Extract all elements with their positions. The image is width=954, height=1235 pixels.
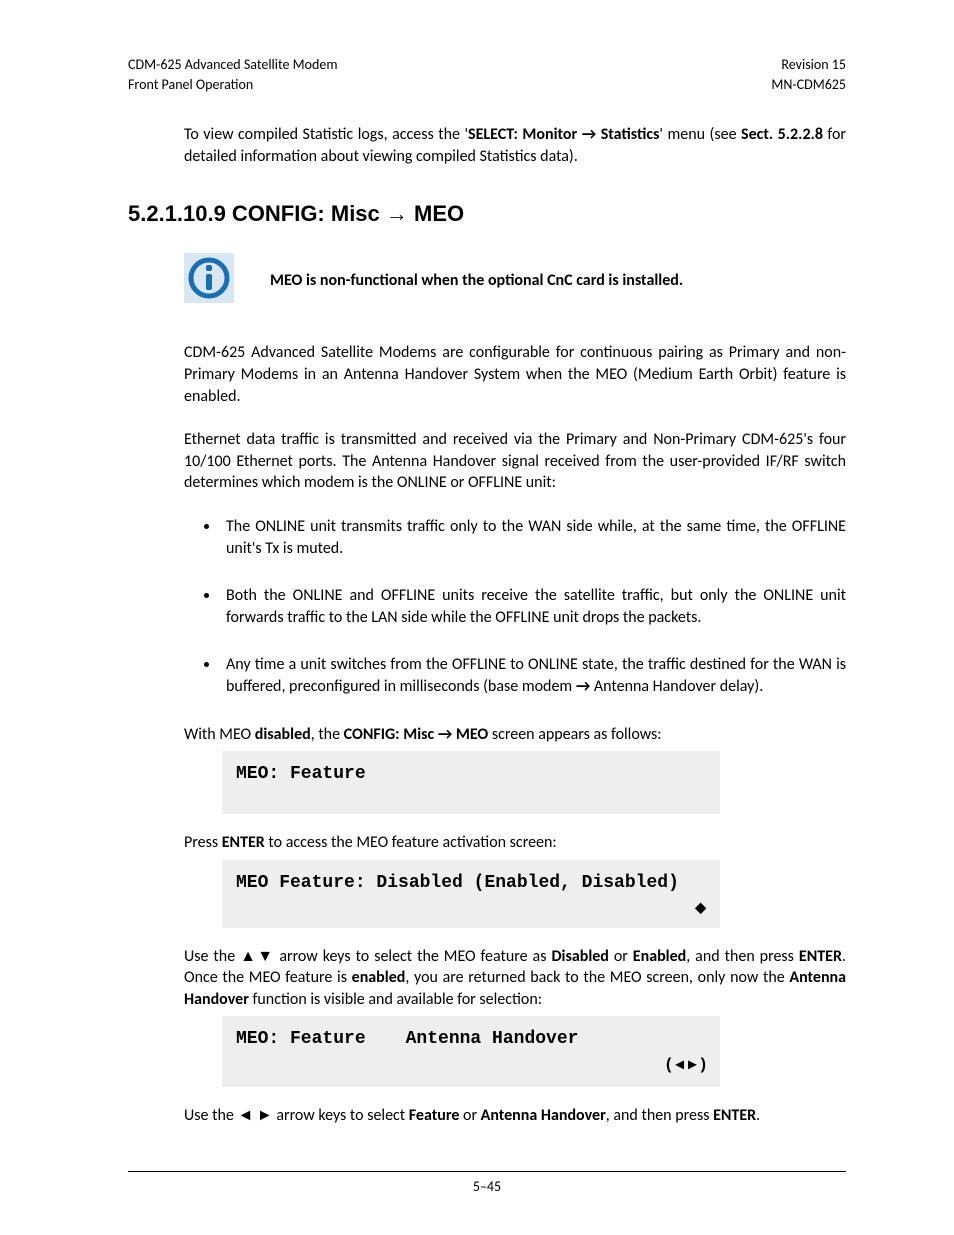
warning-callout: MEO is non-functional when the optional … — [184, 253, 846, 308]
page-header: CDM-625 Advanced Satellite Modem Front P… — [128, 55, 846, 94]
header-left: CDM-625 Advanced Satellite Modem Front P… — [128, 55, 338, 94]
paragraph: Press ENTER to access the MEO feature ac… — [184, 832, 846, 854]
paragraph: CDM-625 Advanced Satellite Modems are co… — [184, 342, 846, 407]
screen-line: MEO: Feature — [236, 761, 706, 788]
paragraph: Use the ◄ ► arrow keys to select Feature… — [184, 1105, 846, 1127]
section-number: 5.2.1.10.9 — [128, 201, 226, 226]
header-left-line1: CDM-625 Advanced Satellite Modem — [128, 55, 338, 75]
header-right-line1: Revision 15 — [771, 55, 846, 75]
header-right: Revision 15 MN-CDM625 — [771, 55, 846, 94]
warning-icon — [184, 253, 234, 308]
screen-line: MEO Feature: Disabled (Enabled, Disabled… — [236, 870, 706, 897]
screen-display: MEO: Feature — [222, 751, 720, 814]
paragraph: With MEO disabled, the CONFIG: Misc → ME… — [184, 724, 846, 746]
page-footer: 5–45 — [128, 1171, 846, 1195]
bullet-list: The ONLINE unit transmits traffic only t… — [128, 516, 846, 698]
screen-line: MEO: Feature Antenna Handover — [236, 1026, 706, 1053]
body: To view compiled Statistic logs, access … — [128, 124, 846, 1127]
list-item: Any time a unit switches from the OFFLIN… — [220, 654, 846, 697]
paragraph: Ethernet data traffic is transmitted and… — [184, 429, 846, 494]
screen-display: MEO Feature: Disabled (Enabled, Disabled… — [222, 860, 720, 928]
screen-arrows: ◆ — [236, 897, 706, 918]
screen-arrows: ( ◂ ▸ ) — [236, 1053, 706, 1077]
list-item: The ONLINE unit transmits traffic only t… — [220, 516, 846, 559]
warning-text: MEO is non-functional when the optional … — [270, 271, 683, 290]
intro-paragraph: To view compiled Statistic logs, access … — [184, 124, 846, 167]
header-right-line2: MN-CDM625 — [771, 75, 846, 95]
screen-display: MEO: Feature Antenna Handover ( ◂ ▸ ) — [222, 1016, 720, 1087]
list-item: Both the ONLINE and OFFLINE units receiv… — [220, 585, 846, 628]
header-left-line2: Front Panel Operation — [128, 75, 338, 95]
section-heading: 5.2.1.10.9CONFIG: Misc → MEO — [128, 201, 846, 227]
paragraph: Use the ▲▼ arrow keys to select the MEO … — [184, 946, 846, 1011]
page: CDM-625 Advanced Satellite Modem Front P… — [0, 0, 954, 1235]
page-number: 5–45 — [473, 1178, 501, 1195]
